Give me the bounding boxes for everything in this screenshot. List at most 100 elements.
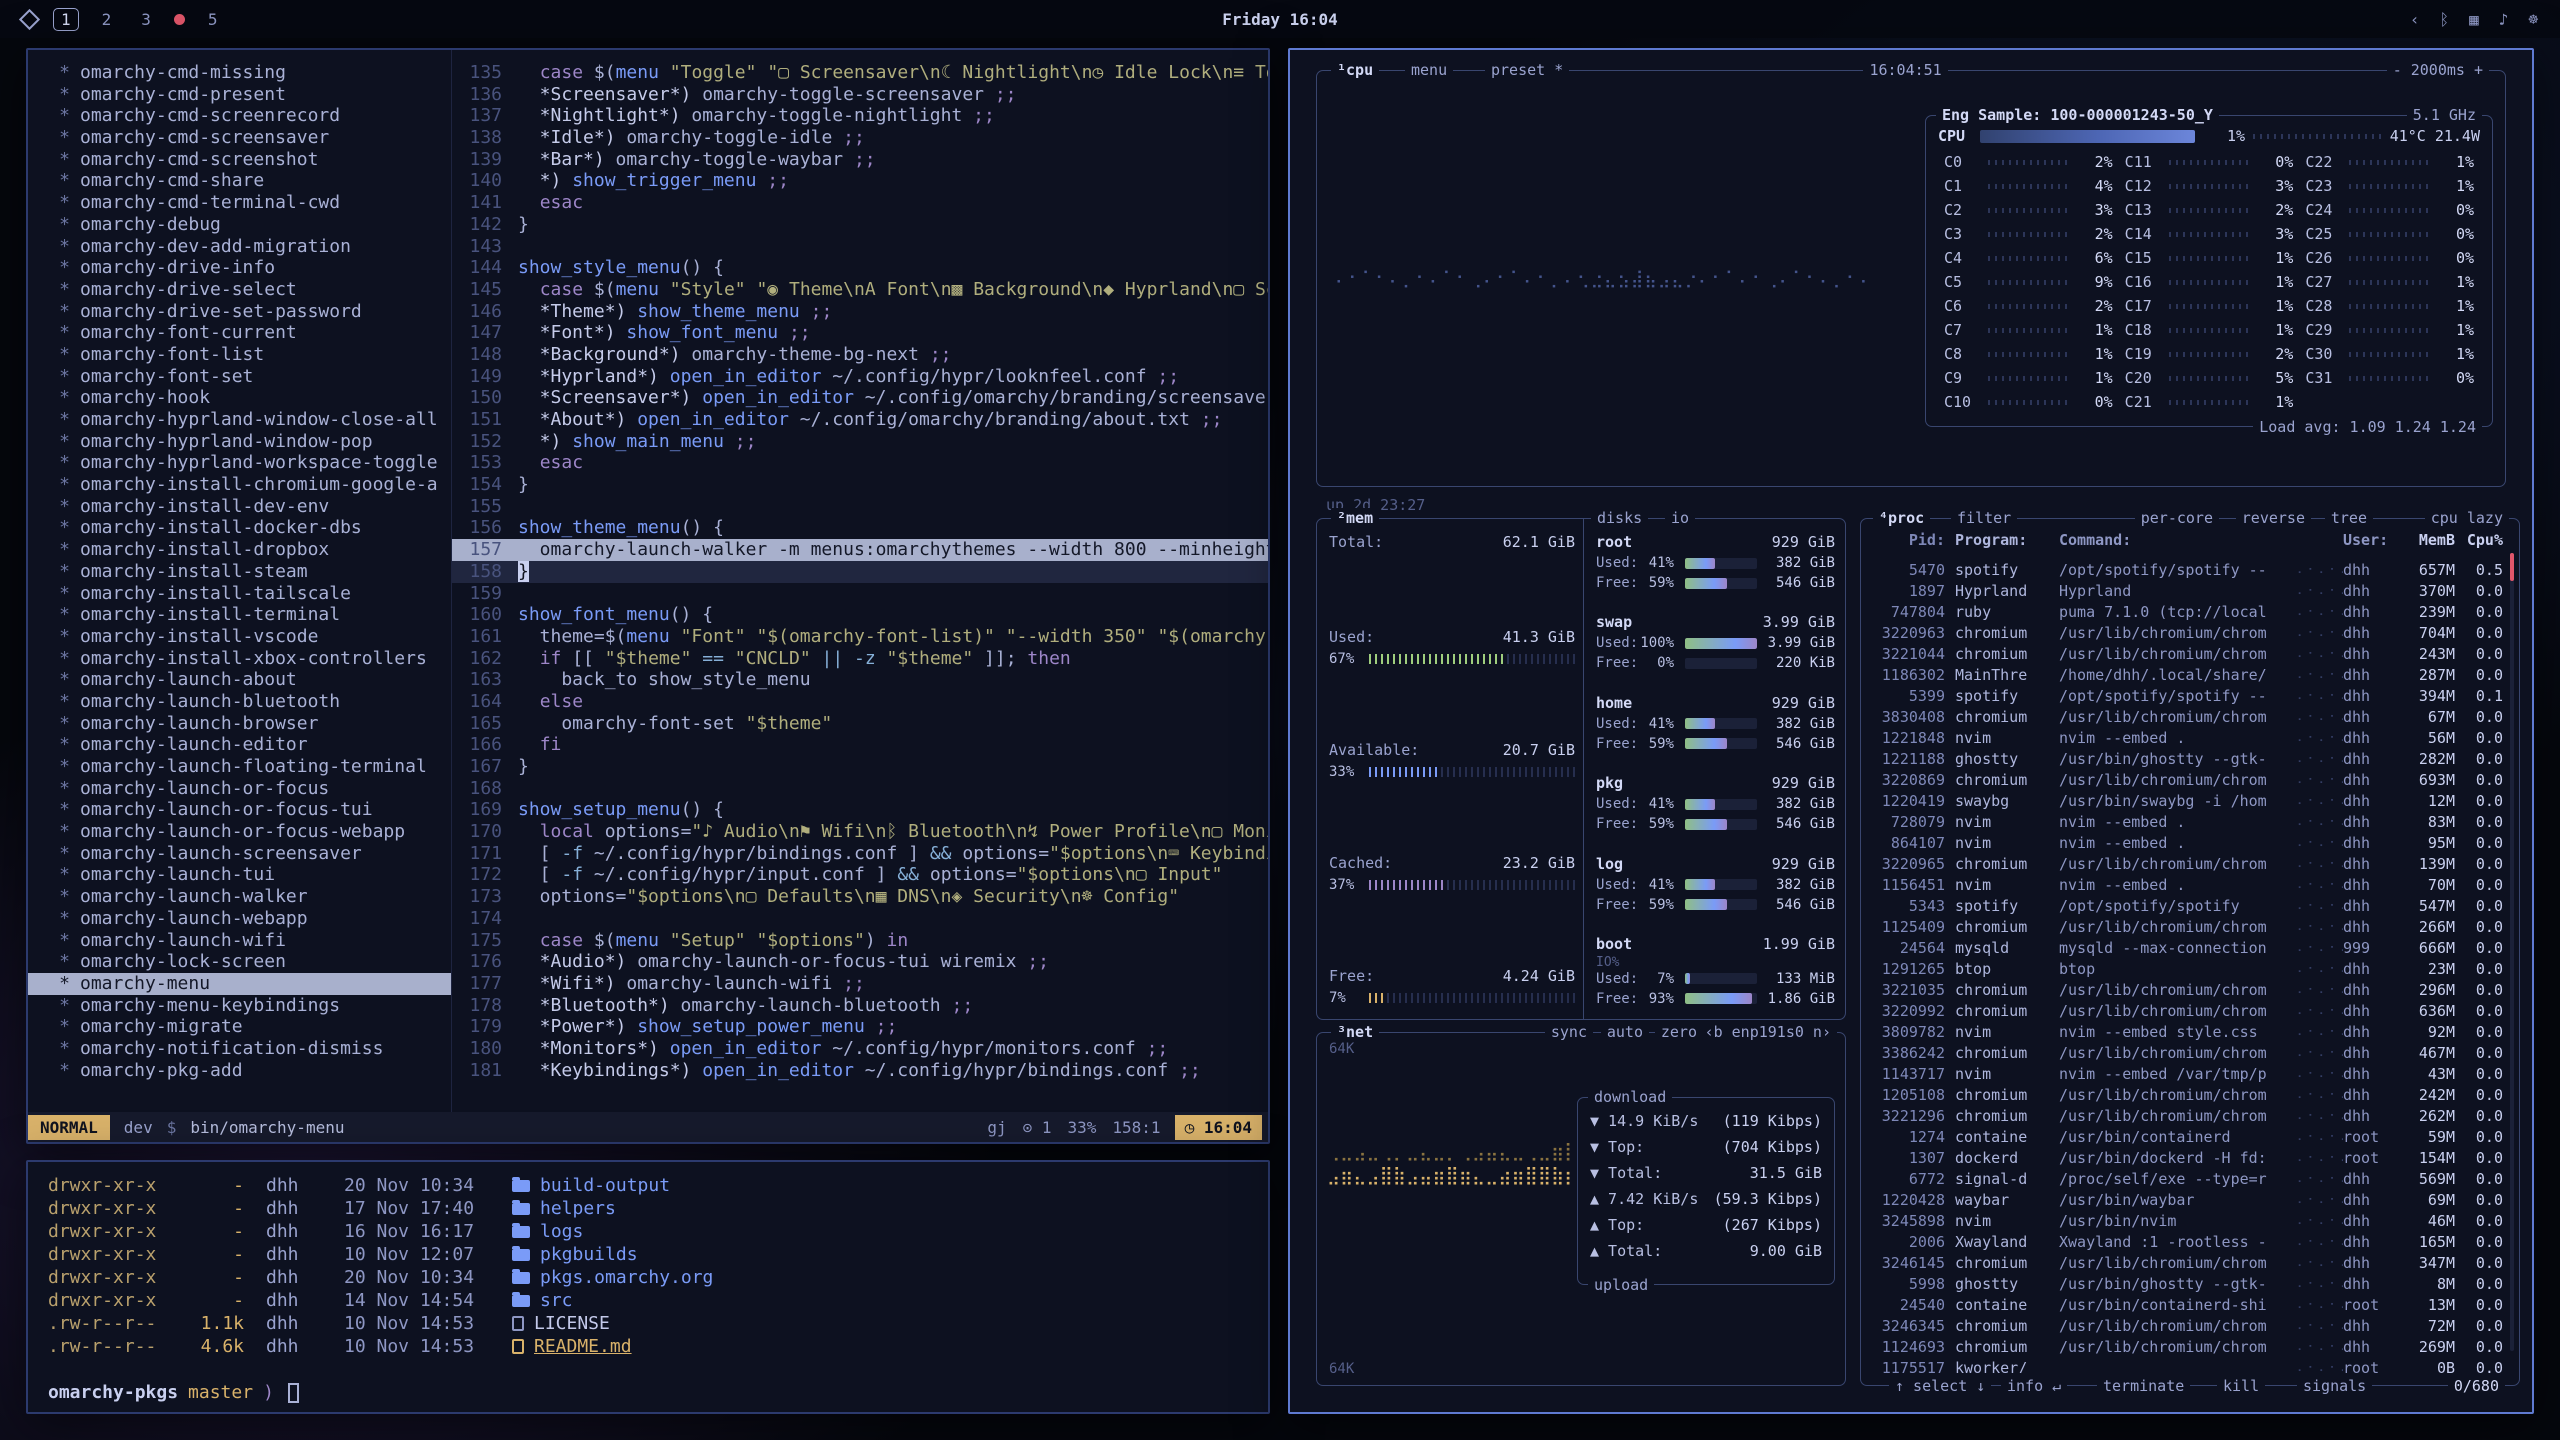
audio-icon[interactable]: ♪ [2499, 10, 2509, 29]
process-row[interactable]: 1205108chromium/usr/lib/chromium/chrom⠄⠂… [1873, 1084, 2503, 1105]
process-row[interactable]: 3220965chromium/usr/lib/chromium/chrom⠄⠂… [1873, 853, 2503, 874]
filter-button[interactable]: filter [1951, 508, 2017, 528]
process-row[interactable]: 1220419swaybg/usr/bin/swaybg -i /hom⠄⠂⠄⠂… [1873, 790, 2503, 811]
code-line[interactable]: 178 *Bluetooth*) omarchy-launch-bluetoot… [452, 995, 1268, 1017]
code-line[interactable]: 166 fi [452, 734, 1268, 756]
code-line[interactable]: 174 [452, 908, 1268, 930]
file-item[interactable]: *omarchy-launch-walker [28, 886, 451, 908]
file-item[interactable]: *omarchy-dev-add-migration [28, 236, 451, 258]
code-line[interactable]: 150 *Screensaver*) open_in_editor ~/.con… [452, 387, 1268, 409]
code-line[interactable]: 141 esac [452, 192, 1268, 214]
file-item[interactable]: *omarchy-launch-floating-terminal [28, 756, 451, 778]
code-line[interactable]: 167} [452, 756, 1268, 778]
process-row[interactable]: 3246145chromium/usr/lib/chromium/chrom⠄⠂… [1873, 1252, 2503, 1273]
signals-key[interactable]: signals [2297, 1376, 2372, 1396]
file-item[interactable]: *omarchy-launch-or-focus [28, 778, 451, 800]
code-line[interactable]: 164 else [452, 691, 1268, 713]
info-key[interactable]: info ↵ [2001, 1376, 2067, 1396]
file-item[interactable]: *omarchy-install-docker-dbs [28, 517, 451, 539]
code-line[interactable]: 146 *Theme*) show_theme_menu ;; [452, 301, 1268, 323]
file-item[interactable]: *omarchy-debug [28, 214, 451, 236]
code-line[interactable]: 162 if [[ "$theme" == "CNCLD" || -z "$th… [452, 648, 1268, 670]
code-line[interactable]: 149 *Hyprland*) open_in_editor ~/.config… [452, 366, 1268, 388]
file-item[interactable]: *omarchy-menu [28, 973, 451, 995]
process-row[interactable]: 3221035chromium/usr/lib/chromium/chrom⠄⠂… [1873, 979, 2503, 1000]
shell-prompt[interactable]: omarchy-pkgs master ) [48, 1381, 1248, 1404]
file-item[interactable]: *omarchy-launch-tui [28, 864, 451, 886]
process-scrollbar[interactable] [2510, 553, 2514, 1351]
file-item[interactable]: *omarchy-install-steam [28, 561, 451, 583]
code-line[interactable]: 138 *Idle*) omarchy-toggle-idle ;; [452, 127, 1268, 149]
process-row[interactable]: 1124693chromium/usr/lib/chromium/chrom⠄⠂… [1873, 1336, 2503, 1357]
file-item[interactable]: *omarchy-cmd-present [28, 84, 451, 106]
net-interface-switcher[interactable]: ‹b enp191s0 n› [1699, 1022, 1837, 1042]
process-row[interactable]: 3246345chromium/usr/lib/chromium/chrom⠄⠂… [1873, 1315, 2503, 1336]
file-item[interactable]: *omarchy-font-list [28, 344, 451, 366]
file-item[interactable]: *omarchy-install-terminal [28, 604, 451, 626]
process-row[interactable]: 3221044chromium/usr/lib/chromium/chrom⠄⠂… [1873, 643, 2503, 664]
code-line[interactable]: 181 *Keybindings*) open_in_editor ~/.con… [452, 1060, 1268, 1082]
network-panel-title[interactable]: ³net [1331, 1022, 1379, 1042]
code-line[interactable]: 154} [452, 474, 1268, 496]
file-item[interactable]: *omarchy-drive-set-password [28, 301, 451, 323]
code-line[interactable]: 173 options="$options\n▢ Defaults\n▦ DNS… [452, 886, 1268, 908]
process-row[interactable]: 3809782nvimnvim --embed style.css⠄⠂⠄⠂⠄⠂⠄… [1873, 1021, 2503, 1042]
per-core-toggle[interactable]: per-core [2135, 508, 2219, 528]
code-line[interactable]: 147 *Font*) show_font_menu ;; [452, 322, 1268, 344]
code-line[interactable]: 145 case $(menu "Style" "◉ Theme\nA Font… [452, 279, 1268, 301]
file-item[interactable]: *omarchy-drive-info [28, 257, 451, 279]
file-item[interactable]: *omarchy-cmd-screenshot [28, 149, 451, 171]
cpu-panel-title[interactable]: ¹cpu [1331, 60, 1379, 80]
process-row[interactable]: 3220963chromium/usr/lib/chromium/chrom⠄⠂… [1873, 622, 2503, 643]
process-row[interactable]: 1186302MainThre/home/dhh/.local/share/⠄⠂… [1873, 664, 2503, 685]
file-item[interactable]: *omarchy-launch-webapp [28, 908, 451, 930]
code-line[interactable]: 144show_style_menu() { [452, 257, 1268, 279]
code-line[interactable]: 161 theme=$(menu "Font" "$(omarchy-font-… [452, 626, 1268, 648]
code-line[interactable]: 159 [452, 583, 1268, 605]
code-line[interactable]: 163 back_to show_style_menu [452, 669, 1268, 691]
code-line[interactable]: 148 *Background*) omarchy-theme-bg-next … [452, 344, 1268, 366]
process-row[interactable]: 3386242chromium/usr/lib/chromium/chrom⠄⠂… [1873, 1042, 2503, 1063]
kill-key[interactable]: kill [2217, 1376, 2265, 1396]
process-row[interactable]: 1125409chromium/usr/lib/chromium/chrom⠄⠂… [1873, 916, 2503, 937]
process-row[interactable]: 1156451nvimnvim --embed .⠄⠂⠄⠂⠄⠂⠄⠂⠄⠂⠄⠂⠄⠂⠄… [1873, 874, 2503, 895]
file-item[interactable]: *omarchy-launch-screensaver [28, 843, 451, 865]
file-item[interactable]: *omarchy-font-current [28, 322, 451, 344]
update-interval-control[interactable]: - 2000ms + [2387, 60, 2489, 80]
process-row[interactable]: 1307dockerd/usr/bin/dockerd -H fd:⠄⠂⠄⠂⠄⠂… [1873, 1147, 2503, 1168]
preset-button[interactable]: preset * [1485, 60, 1569, 80]
file-item[interactable]: *omarchy-hook [28, 387, 451, 409]
workspace-2[interactable]: 2 [95, 9, 119, 30]
file-item[interactable]: *omarchy-lock-screen [28, 951, 451, 973]
process-row[interactable]: 1143717nvimnvim --embed /var/tmp/p⠄⠂⠄⠂⠄⠂… [1873, 1063, 2503, 1084]
file-item[interactable]: *omarchy-drive-select [28, 279, 451, 301]
file-item[interactable]: *omarchy-pkg-add [28, 1060, 451, 1082]
process-row[interactable]: 1221188ghostty/usr/bin/ghostty --gtk-⠄⠂⠄… [1873, 748, 2503, 769]
code-line[interactable]: 155 [452, 496, 1268, 518]
reverse-toggle[interactable]: reverse [2236, 508, 2311, 528]
sort-mode[interactable]: cpu lazy [2425, 508, 2509, 528]
code-line[interactable]: 137 *Nightlight*) omarchy-toggle-nightli… [452, 105, 1268, 127]
code-line[interactable]: 165 omarchy-font-set "$theme" [452, 713, 1268, 735]
settings-icon[interactable]: ☸ [2528, 10, 2538, 29]
file-item[interactable]: *omarchy-hyprland-workspace-toggle [28, 452, 451, 474]
process-row[interactable]: 3220992chromium/usr/lib/chromium/chrom⠄⠂… [1873, 1000, 2503, 1021]
file-item[interactable]: *omarchy-cmd-missing [28, 62, 451, 84]
code-line[interactable]: 140 *) show_trigger_menu ;; [452, 170, 1268, 192]
file-item[interactable]: *omarchy-install-xbox-controllers [28, 648, 451, 670]
file-item[interactable]: *omarchy-launch-browser [28, 713, 451, 735]
workspace-3[interactable]: 3 [134, 9, 158, 30]
process-row[interactable]: 24564mysqldmysqld --max-connection⠄⠂⠄⠂⠄⠂… [1873, 937, 2503, 958]
code-line[interactable]: 179 *Power*) show_setup_power_menu ;; [452, 1016, 1268, 1038]
process-row[interactable]: 1175517kworker/⠄⠂⠄⠂⠄⠂⠄⠂⠄⠂⠄⠂⠄⠂⠄⠂⠄⠂⠄⠂⠄⠂⠄⠂⠄… [1873, 1357, 2503, 1373]
file-item[interactable]: *omarchy-launch-bluetooth [28, 691, 451, 713]
workspace-1[interactable]: 1 [53, 8, 79, 31]
code-line[interactable]: 176 *Audio*) omarchy-launch-or-focus-tui… [452, 951, 1268, 973]
process-row[interactable]: 24540containe/usr/bin/containerd-shi⠄⠂⠄⠂… [1873, 1294, 2503, 1315]
file-item[interactable]: *omarchy-launch-wifi [28, 930, 451, 952]
process-row[interactable]: 5998ghostty/usr/bin/ghostty --gtk-⠄⠂⠄⠂⠄⠂… [1873, 1273, 2503, 1294]
file-item[interactable]: *omarchy-launch-editor [28, 734, 451, 756]
process-row[interactable]: 5399spotify/opt/spotify/spotify --⠄⠂⠄⠂⠄⠂… [1873, 685, 2503, 706]
select-keys[interactable]: ↑ select ↓ [1889, 1376, 1991, 1396]
bluetooth-icon[interactable]: ᛒ [2439, 10, 2449, 29]
